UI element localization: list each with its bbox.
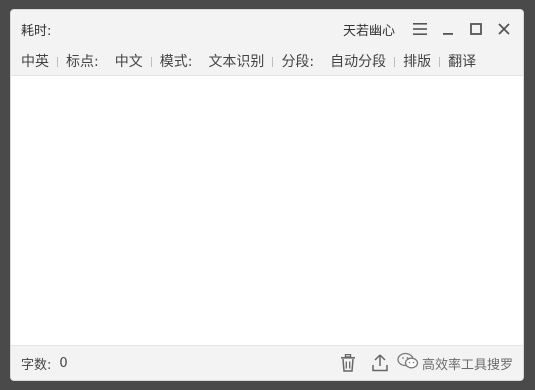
char-count-label: 字数: [21, 357, 52, 373]
char-count-value: 0 [59, 355, 68, 371]
punctuation-select[interactable]: 中文 [107, 48, 151, 76]
mode-label: 模式: [159, 53, 193, 70]
wechat-icon [397, 352, 422, 374]
app-window: 耗时: 天若幽心 中英 标点: 中文 模式: 文本识别 分段: 自动分段 排版 … [10, 9, 524, 381]
upload-icon[interactable] [369, 352, 391, 374]
segment-select[interactable]: 自动分段 [322, 48, 394, 76]
segment-label: 分段: [281, 53, 315, 70]
maximize-icon[interactable] [465, 18, 487, 40]
app-brand: 天若幽心 [342, 23, 395, 39]
text-content-area[interactable] [11, 77, 523, 345]
watermark-text: 高效率工具搜罗 [421, 357, 513, 373]
status-bar: 字数: 0 高效率工具搜罗 [11, 345, 523, 380]
layout-button[interactable]: 排版 [395, 48, 439, 76]
translate-button[interactable]: 翻译 [440, 48, 484, 76]
watermark: 高效率工具搜罗 [397, 352, 513, 374]
elapsed-time-label: 耗时: [21, 23, 52, 39]
close-icon[interactable] [493, 18, 515, 40]
minimize-icon[interactable] [437, 18, 459, 40]
toggle-chinese-english[interactable]: 中英 [13, 48, 57, 76]
trash-icon[interactable] [337, 352, 359, 374]
toolbar: 中英 标点: 中文 模式: 文本识别 分段: 自动分段 排版 翻译 [11, 48, 523, 76]
menu-icon[interactable] [409, 18, 431, 40]
title-bar: 耗时: 天若幽心 [11, 10, 523, 48]
punctuation-label: 标点: [66, 53, 99, 70]
mode-select[interactable]: 文本识别 [200, 48, 272, 76]
